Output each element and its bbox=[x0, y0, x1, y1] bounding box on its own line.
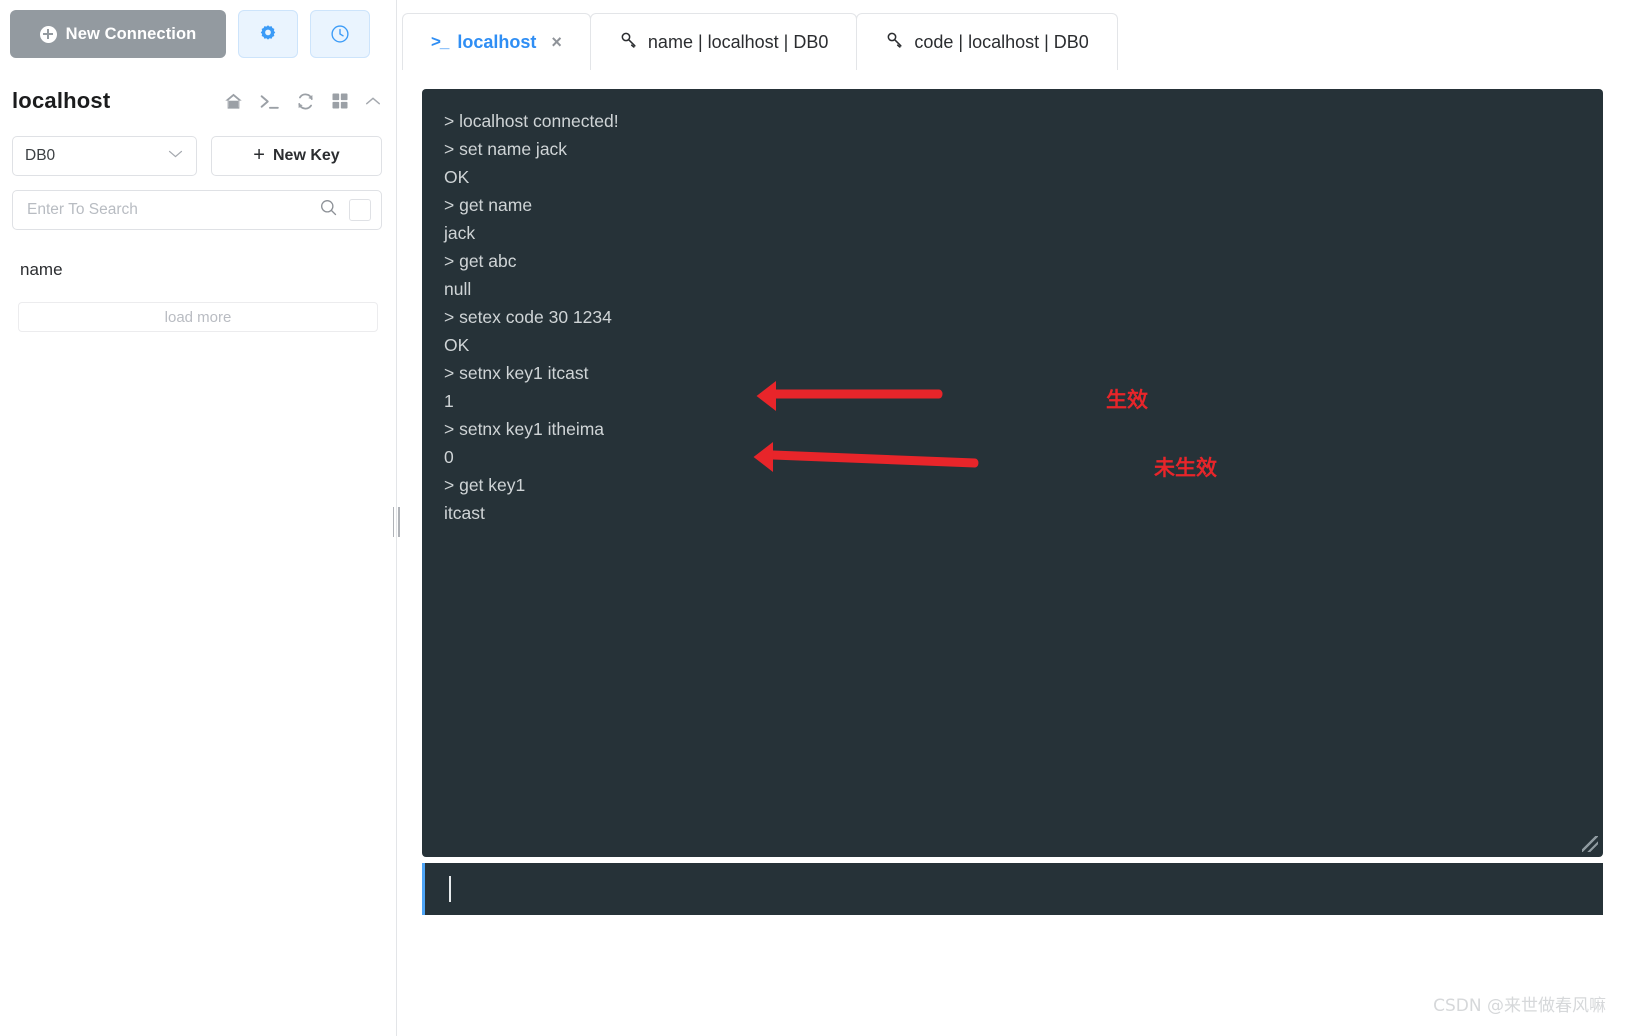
history-button[interactable] bbox=[310, 10, 370, 58]
tab-label: code | localhost | DB0 bbox=[914, 31, 1089, 52]
splitter-line bbox=[392, 507, 394, 537]
tab-key-name[interactable]: name | localhost | DB0 bbox=[589, 13, 858, 70]
terminal-resize-grip[interactable] bbox=[1582, 836, 1598, 852]
main-panel: >_ localhost × name | localhost | DB0 co… bbox=[397, 0, 1628, 1036]
terminal-prompt-icon: >_ bbox=[431, 32, 449, 51]
terminal-line: OK bbox=[444, 335, 470, 355]
terminal-line: itcast bbox=[444, 503, 485, 523]
search-input[interactable] bbox=[27, 201, 308, 219]
sidebar-toolbar: New Connection bbox=[0, 0, 396, 58]
terminal-line: OK bbox=[444, 167, 470, 187]
db-select-value: DB0 bbox=[25, 147, 56, 164]
terminal-line: > setnx key1 itheima bbox=[444, 419, 605, 439]
refresh-icon[interactable] bbox=[295, 91, 316, 112]
home-icon[interactable] bbox=[223, 91, 244, 112]
list-item[interactable]: name bbox=[20, 256, 382, 280]
terminal-line: > setex code 30 1234 bbox=[444, 307, 612, 327]
terminal-command-input[interactable] bbox=[422, 863, 1603, 915]
splitter-line bbox=[398, 507, 400, 537]
db-row: DB0 + New Key bbox=[0, 114, 396, 176]
terminal-line: null bbox=[444, 279, 472, 299]
tab-label: localhost bbox=[457, 31, 537, 52]
annotation-label: 未生效 bbox=[1154, 456, 1217, 480]
search-filter-checkbox[interactable] bbox=[349, 199, 371, 221]
terminal-icon[interactable] bbox=[258, 91, 281, 112]
terminal-line: > get name bbox=[444, 195, 533, 215]
sidebar: New Connection localhost DB0 + New Key E… bbox=[0, 0, 400, 1036]
sidebar-splitter-handle[interactable] bbox=[389, 504, 403, 540]
load-more-button[interactable]: load more bbox=[18, 302, 378, 332]
search-icon[interactable] bbox=[318, 197, 339, 223]
new-key-button[interactable]: + New Key bbox=[211, 136, 382, 176]
terminal-line: > localhost connected! bbox=[444, 111, 619, 131]
chevron-down-icon bbox=[167, 147, 184, 165]
terminal-line: > get key1 bbox=[444, 475, 526, 495]
annotation-label: 生效 bbox=[1106, 388, 1148, 412]
search-box[interactable] bbox=[12, 190, 382, 230]
connection-actions bbox=[223, 91, 382, 112]
terminal-line: 1 bbox=[444, 391, 454, 411]
key-icon bbox=[885, 30, 905, 55]
db-select[interactable]: DB0 bbox=[12, 136, 197, 176]
terminal-wrapper: > localhost connected! > set name jack OK >… bbox=[422, 89, 1603, 915]
terminal-line: jack bbox=[444, 223, 476, 243]
terminal-line: > get abc bbox=[444, 251, 517, 271]
search-row bbox=[0, 176, 396, 230]
new-key-label: New Key bbox=[272, 147, 340, 164]
app-window: New Connection localhost DB0 + New Key E… bbox=[0, 0, 1628, 1036]
settings-button[interactable] bbox=[238, 10, 298, 58]
watermark: CSDN @来世做春风嘛 bbox=[1433, 996, 1606, 1016]
gear-icon bbox=[260, 25, 276, 40]
tab-label: name | localhost | DB0 bbox=[647, 31, 829, 52]
grid-icon[interactable] bbox=[330, 91, 350, 111]
close-icon[interactable]: × bbox=[551, 32, 562, 53]
plus-circle-icon bbox=[39, 25, 57, 43]
connection-title: localhost bbox=[12, 88, 111, 113]
terminal-line: > set name jack bbox=[444, 139, 568, 159]
tab-localhost-terminal[interactable]: >_ localhost × bbox=[402, 13, 591, 70]
new-connection-label: New Connection bbox=[65, 24, 197, 43]
key-list: name bbox=[0, 230, 396, 280]
tab-bar: >_ localhost × name | localhost | DB0 co… bbox=[397, 0, 1628, 70]
tab-key-code[interactable]: code | localhost | DB0 bbox=[856, 13, 1118, 70]
new-connection-button[interactable]: New Connection bbox=[10, 10, 226, 58]
connection-header: localhost bbox=[0, 58, 396, 114]
text-cursor bbox=[449, 876, 451, 902]
terminal-line: 0 bbox=[444, 447, 454, 467]
plus-icon: + bbox=[253, 144, 265, 166]
chevron-up-icon[interactable] bbox=[364, 94, 382, 108]
terminal-output[interactable]: > localhost connected! > set name jack OK >… bbox=[422, 89, 1603, 857]
clock-icon bbox=[331, 25, 349, 43]
terminal-line: > setnx key1 itcast bbox=[444, 363, 589, 383]
key-icon bbox=[619, 30, 639, 55]
